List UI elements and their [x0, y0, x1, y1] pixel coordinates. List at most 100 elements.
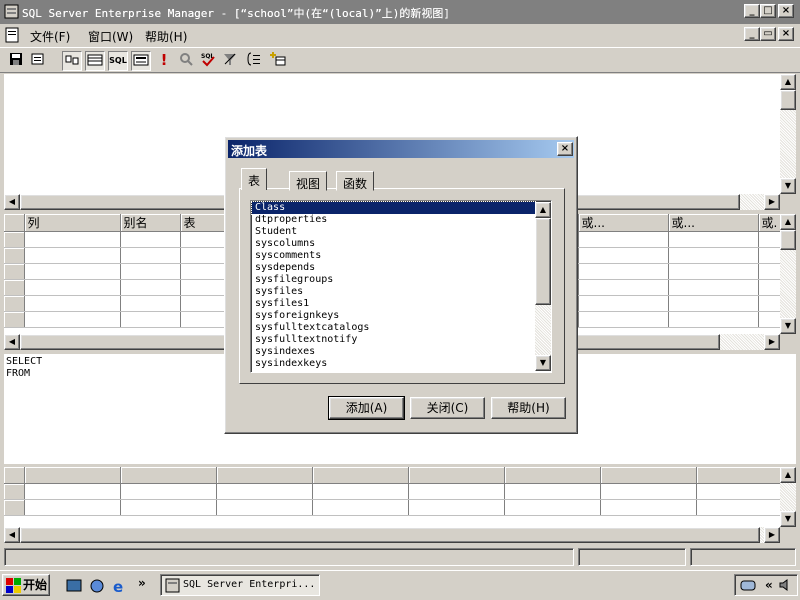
status-panel-2	[578, 548, 686, 566]
maximize-button[interactable]: □	[760, 4, 776, 18]
task-label: SQL Server Enterpri...	[183, 579, 316, 590]
add-table-icon[interactable]	[268, 51, 288, 71]
document-icon	[5, 27, 19, 43]
scroll-thumb[interactable]	[780, 230, 796, 250]
scroll-right-icon[interactable]: ▶	[764, 334, 780, 350]
menu-window[interactable]: 窗口(W)	[88, 28, 133, 45]
menu-help[interactable]: 帮助(H)	[145, 28, 187, 45]
diagram-pane-icon[interactable]	[62, 51, 82, 71]
results-hscroll[interactable]: ◀ ▶	[4, 527, 780, 543]
sql-service-manager-icon[interactable]	[739, 577, 757, 593]
verify-icon[interactable]	[176, 51, 196, 71]
scroll-down-icon[interactable]: ▼	[780, 318, 796, 334]
enterprise-manager-icon	[165, 578, 180, 593]
scroll-left-icon[interactable]: ◀	[4, 194, 20, 210]
properties-icon[interactable]	[28, 51, 48, 71]
results-pane-icon[interactable]	[131, 51, 151, 71]
column-header-or-1[interactable]: 或...	[578, 214, 669, 232]
dialog-title-bar: 添加表 ×	[228, 140, 574, 158]
check-sql-icon[interactable]: SQL	[198, 51, 218, 71]
sql-pane-icon[interactable]: SQL	[108, 51, 128, 71]
child-close-button[interactable]: ×	[778, 27, 794, 41]
status-panel-main	[4, 548, 574, 566]
grid-vscroll[interactable]: ▲ ▼	[780, 214, 796, 334]
grid-pane-icon[interactable]	[85, 51, 105, 71]
scroll-right-icon[interactable]: ▶	[764, 194, 780, 210]
taskbar-task-enterprise-manager[interactable]: SQL Server Enterpri...	[160, 574, 320, 596]
list-item[interactable]: syscolumns	[252, 238, 535, 250]
save-icon[interactable]	[6, 51, 26, 71]
dialog-close-button[interactable]: 关闭(C)	[410, 397, 485, 419]
tab-tables[interactable]: 表	[241, 168, 268, 190]
windows-logo-icon	[6, 578, 21, 593]
start-button[interactable]: 开始	[2, 574, 50, 596]
list-item[interactable]: sysfulltextcatalogs	[252, 322, 535, 334]
results-grid	[4, 467, 780, 516]
list-item[interactable]: Student	[252, 226, 535, 238]
toolbar: SQL ! SQL	[0, 47, 800, 73]
internet-explorer-icon[interactable]: e	[112, 578, 128, 594]
list-item[interactable]: sysindexkeys	[252, 358, 535, 370]
scroll-thumb[interactable]	[780, 90, 796, 110]
scroll-up-icon[interactable]: ▲	[780, 74, 796, 90]
column-header-column[interactable]: 列	[24, 214, 121, 232]
title-bar: SQL Server Enterprise Manager - [“school…	[0, 0, 800, 24]
window-title: SQL Server Enterprise Manager - [“school…	[22, 7, 450, 20]
scroll-left-icon[interactable]: ◀	[4, 334, 20, 350]
scroll-right-icon[interactable]: ▶	[764, 527, 780, 543]
run-icon[interactable]: !	[154, 51, 174, 71]
scroll-up-icon[interactable]: ▲	[535, 202, 551, 218]
minimize-button[interactable]: _	[744, 4, 760, 18]
scroll-left-icon[interactable]: ◀	[4, 527, 20, 543]
list-item[interactable]: sysfiles1	[252, 298, 535, 310]
diagram-vscroll[interactable]: ▲ ▼	[780, 74, 796, 194]
tab-functions[interactable]: 函数	[336, 171, 375, 191]
list-item[interactable]: syscomments	[252, 250, 535, 262]
table-list[interactable]: Class dtproperties Student syscolumns syscom…	[250, 200, 552, 373]
scroll-up-icon[interactable]: ▲	[780, 467, 796, 483]
list-item[interactable]: sysfilegroups	[252, 274, 535, 286]
column-header-or-2[interactable]: 或...	[668, 214, 759, 232]
table-row[interactable]	[4, 483, 780, 500]
list-item[interactable]: sysindexes	[252, 346, 535, 358]
results-vscroll[interactable]: ▲ ▼	[780, 467, 796, 527]
list-item[interactable]: sysfulltextnotify	[252, 334, 535, 346]
remove-filter-icon[interactable]	[220, 51, 240, 71]
close-button[interactable]: ×	[778, 4, 794, 18]
volume-icon[interactable]	[779, 578, 793, 592]
group-by-icon[interactable]	[244, 51, 264, 71]
scroll-down-icon[interactable]: ▼	[780, 178, 796, 194]
dialog-title: 添加表	[231, 144, 268, 158]
list-item[interactable]: sysdepends	[252, 262, 535, 274]
list-vscroll[interactable]: ▲ ▼	[535, 202, 551, 371]
column-header-or-3[interactable]: 或.	[758, 214, 780, 232]
tray-chevron-icon[interactable]: «	[765, 578, 773, 592]
svg-text:e: e	[113, 578, 123, 594]
hscroll-thumb[interactable]	[20, 527, 760, 543]
list-item[interactable]: Class	[251, 201, 536, 215]
list-item[interactable]: dtproperties	[252, 214, 535, 226]
scroll-up-icon[interactable]: ▲	[780, 214, 796, 230]
tab-views[interactable]: 视图	[289, 171, 328, 191]
show-desktop-icon[interactable]	[66, 578, 82, 594]
dialog-close-icon[interactable]: ×	[557, 142, 573, 156]
add-button[interactable]: 添加(A)	[328, 396, 405, 420]
table-row[interactable]	[4, 499, 780, 516]
menu-file[interactable]: 文件(F)	[30, 28, 70, 45]
quicklaunch-chevron-icon[interactable]: »	[138, 576, 146, 590]
add-table-dialog: 添加表 × 表 视图 函数 Class dtproperties Student sy…	[224, 136, 578, 434]
scroll-down-icon[interactable]: ▼	[780, 511, 796, 527]
scroll-thumb[interactable]	[535, 218, 551, 305]
child-minimize-button[interactable]: _	[744, 27, 760, 41]
taskbar: 开始 e » SQL Server Enterpri... «	[0, 570, 800, 600]
column-header-alias[interactable]: 别名	[120, 214, 181, 232]
explorer-icon[interactable]	[89, 578, 105, 594]
help-button[interactable]: 帮助(H)	[491, 397, 566, 419]
status-panel-3	[690, 548, 796, 566]
scroll-down-icon[interactable]: ▼	[535, 355, 551, 371]
table-list-items: Class dtproperties Student syscolumns syscom…	[251, 201, 536, 370]
list-item[interactable]: sysfiles	[252, 286, 535, 298]
list-item[interactable]: sysforeignkeys	[252, 310, 535, 322]
corner-header	[4, 214, 25, 232]
child-restore-button[interactable]: ▭	[760, 27, 776, 41]
